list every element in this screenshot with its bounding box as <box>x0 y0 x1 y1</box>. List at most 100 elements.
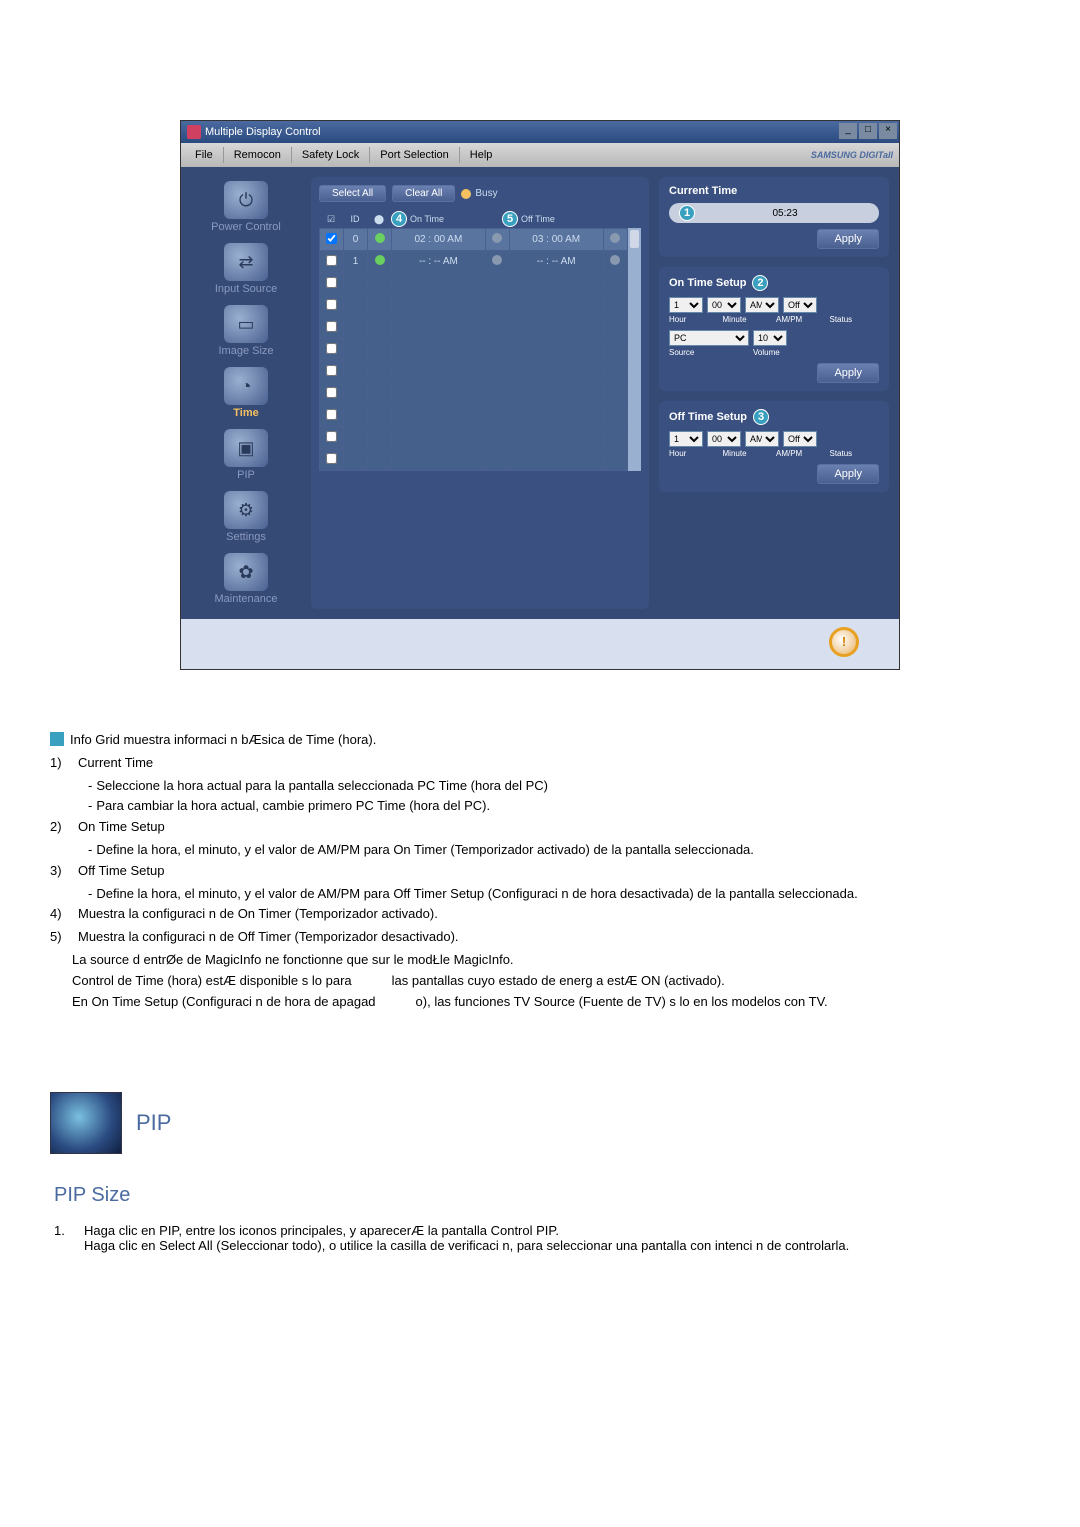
row-checkbox[interactable] <box>326 277 337 288</box>
settings-icon: ⚙ <box>224 491 268 529</box>
sidebar-item-maintenance[interactable]: ✿ Maintenance <box>191 549 301 609</box>
col-id-header: ID <box>343 214 367 224</box>
pip-icon: ▣ <box>224 429 268 467</box>
table-row[interactable]: 0 02 : 00 AM 03 : 00 AM <box>320 229 628 251</box>
pip-text: Haga clic en Select All (Seleccionar tod… <box>84 1238 849 1253</box>
sidebar-item-time[interactable]: ◔ Time <box>191 363 301 423</box>
titlebar: Multiple Display Control _ □ × <box>181 121 899 143</box>
sidebar-item-label: Image Size <box>191 345 301 357</box>
busy-indicator: Busy <box>461 188 497 199</box>
pip-list-num: 1. <box>54 1223 78 1253</box>
cell-id: 1 <box>344 251 368 273</box>
row-checkbox[interactable] <box>326 409 337 420</box>
minute-select[interactable]: 00 <box>707 431 741 447</box>
busy-dot-icon <box>461 189 471 199</box>
row-checkbox[interactable] <box>326 453 337 464</box>
minute-label: Minute <box>723 315 773 324</box>
table-row[interactable] <box>320 361 628 383</box>
doc-num: 5) <box>50 927 72 948</box>
doc-note: En On Time Setup (Configuraci n de hora … <box>72 992 376 1013</box>
menu-port-selection[interactable]: Port Selection <box>370 149 458 161</box>
table-row[interactable] <box>320 339 628 361</box>
sidebar-item-input-source[interactable]: ⇄ Input Source <box>191 239 301 299</box>
off-time-title: Off Time Setup <box>669 411 747 423</box>
apply-button[interactable]: Apply <box>817 229 879 249</box>
sidebar-item-label: Settings <box>191 531 301 543</box>
window-title: Multiple Display Control <box>205 126 321 138</box>
current-time-value: 05:23 <box>701 208 869 219</box>
scroll-thumb[interactable] <box>630 230 639 248</box>
panel-toolbar: Select All Clear All Busy <box>319 185 641 202</box>
menu-remocon[interactable]: Remocon <box>224 149 291 161</box>
minute-select[interactable]: 00 <box>707 297 741 313</box>
doc-sub: Seleccione la hora actual para la pantal… <box>96 776 548 797</box>
select-all-button[interactable]: Select All <box>319 185 386 202</box>
doc-item: On Time Setup <box>78 817 165 838</box>
pip-thumbnail-icon <box>50 1092 122 1154</box>
table-row[interactable] <box>320 383 628 405</box>
ampm-label: AM/PM <box>776 315 826 324</box>
power-icon: ⏻ <box>224 181 268 219</box>
ampm-select[interactable]: AM <box>745 297 779 313</box>
minimize-button[interactable]: _ <box>839 123 857 139</box>
apply-button[interactable]: Apply <box>817 363 879 383</box>
status-dot-icon <box>610 255 620 265</box>
status-select[interactable]: Off <box>783 297 817 313</box>
row-checkbox[interactable] <box>326 233 337 244</box>
clear-all-button[interactable]: Clear All <box>392 185 455 202</box>
doc-body: Info Grid muestra informaci n bÆsica de … <box>50 730 1030 1012</box>
sidebar-item-power-control[interactable]: ⏻ Power Control <box>191 177 301 237</box>
main-panel: Select All Clear All Busy ☑ ID ⬤ 4 On Ti… <box>311 177 649 609</box>
close-button[interactable]: × <box>879 123 897 139</box>
status-dot-icon <box>610 233 620 243</box>
row-checkbox[interactable] <box>326 387 337 398</box>
sidebar-item-label: PIP <box>191 469 301 481</box>
menu-safety-lock[interactable]: Safety Lock <box>292 149 369 161</box>
row-checkbox[interactable] <box>326 431 337 442</box>
table-row[interactable] <box>320 295 628 317</box>
doc-sub: Para cambiar la hora actual, cambie prim… <box>96 796 490 817</box>
row-checkbox[interactable] <box>326 321 337 332</box>
badge-2-icon: 2 <box>752 275 768 291</box>
table-row[interactable] <box>320 449 628 471</box>
table-row[interactable] <box>320 405 628 427</box>
badge-5-icon: 5 <box>502 211 518 227</box>
table-row[interactable] <box>320 427 628 449</box>
app-icon <box>187 125 201 139</box>
status-dot-icon <box>375 233 385 243</box>
sidebar-item-pip[interactable]: ▣ PIP <box>191 425 301 485</box>
cell-on-time: 02 : 00 AM <box>392 229 486 251</box>
doc-note: o), las funciones TV Source (Fuente de T… <box>416 992 828 1013</box>
table-row[interactable] <box>320 273 628 295</box>
ampm-select[interactable]: AM <box>745 431 779 447</box>
col-off-time-header: 5 Off Time <box>502 211 589 227</box>
apply-button[interactable]: Apply <box>817 464 879 484</box>
doc-note: La source d entrØe de MagicInfo ne fonct… <box>72 952 514 967</box>
table-row[interactable] <box>320 317 628 339</box>
row-checkbox[interactable] <box>326 343 337 354</box>
row-checkbox[interactable] <box>326 255 337 266</box>
maximize-button[interactable]: □ <box>859 123 877 139</box>
menu-file[interactable]: File <box>185 149 223 161</box>
doc-num: 3) <box>50 861 72 882</box>
hour-select[interactable]: 1 <box>669 297 703 313</box>
table-row[interactable]: 1 -- : -- AM -- : -- AM <box>320 251 628 273</box>
status-label: Status <box>830 315 880 324</box>
menubar: File Remocon Safety Lock Port Selection … <box>181 143 899 167</box>
status-dot-icon <box>492 233 502 243</box>
volume-select[interactable]: 10 <box>753 330 787 346</box>
sidebar-item-settings[interactable]: ⚙ Settings <box>191 487 301 547</box>
hour-select[interactable]: 1 <box>669 431 703 447</box>
source-label: Source <box>669 348 749 357</box>
on-time-title: On Time Setup <box>669 277 746 289</box>
sidebar-item-image-size[interactable]: ▭ Image Size <box>191 301 301 361</box>
row-checkbox[interactable] <box>326 299 337 310</box>
app-window: Multiple Display Control _ □ × File Remo… <box>180 120 900 670</box>
menu-help[interactable]: Help <box>460 149 503 161</box>
sidebar-item-label: Power Control <box>191 221 301 233</box>
row-checkbox[interactable] <box>326 365 337 376</box>
ampm-label: AM/PM <box>776 449 826 458</box>
scrollbar[interactable] <box>628 228 641 471</box>
status-select[interactable]: Off <box>783 431 817 447</box>
source-select[interactable]: PC <box>669 330 749 346</box>
